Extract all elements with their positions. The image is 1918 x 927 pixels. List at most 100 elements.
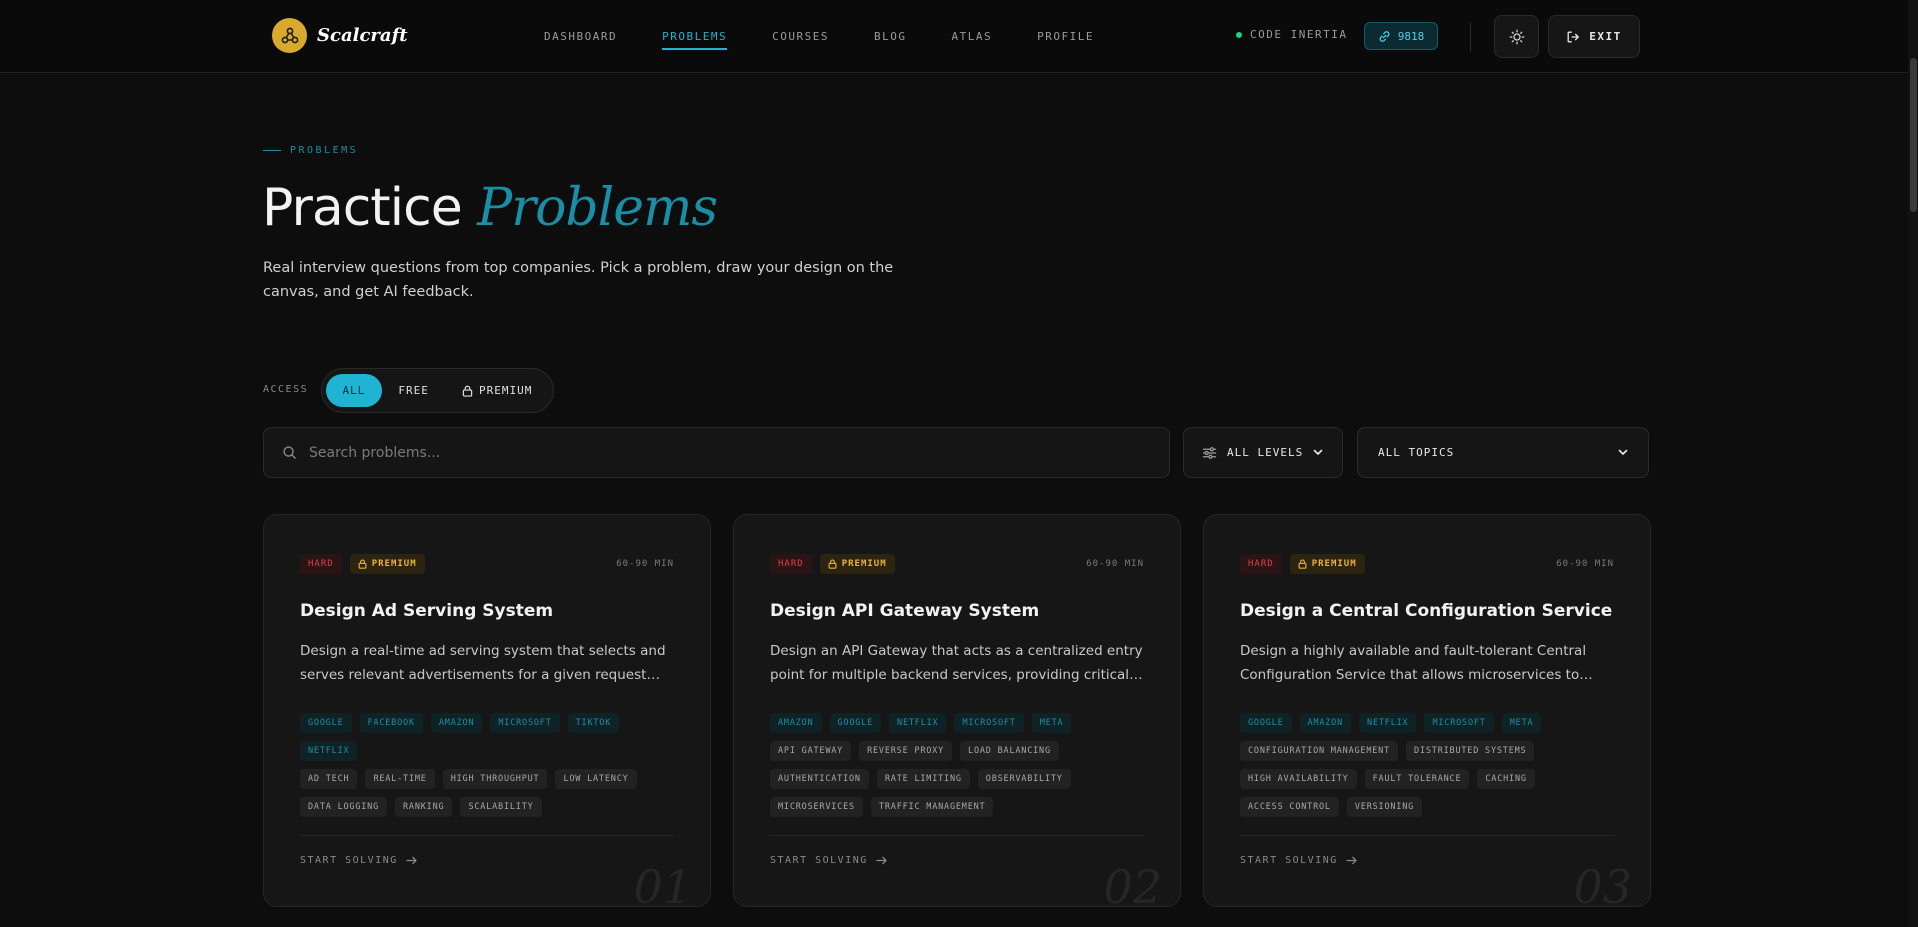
topic-tag: LOAD BALANCING [960, 741, 1059, 761]
exit-button[interactable]: EXIT [1548, 15, 1640, 58]
search-icon [283, 446, 296, 459]
premium-badge-label: PREMIUM [371, 559, 417, 569]
premium-badge: PREMIUM [819, 554, 895, 574]
access-filter: ALL FREE PREMIUM [321, 368, 554, 413]
company-tag: MICROSOFT [1424, 713, 1494, 733]
topics-filter-label: ALL TOPICS [1378, 446, 1455, 459]
eyebrow-line [263, 150, 281, 151]
topic-tag: MICROSERVICES [770, 797, 863, 817]
company-tag: FACEBOOK [359, 713, 423, 733]
topic-tag: DATA LOGGING [300, 797, 388, 817]
credits-value: 9818 [1397, 29, 1425, 43]
link-icon [1379, 30, 1390, 42]
topic-tag: FAULT TOLERANCE [1364, 769, 1470, 789]
access-premium-button[interactable]: PREMIUM [445, 374, 549, 407]
topic-tag: LOW LATENCY [555, 769, 637, 789]
company-tags: GOOGLE AMAZON NETFLIX MICROSOFT META [1240, 713, 1620, 733]
premium-badge: PREMIUM [1289, 554, 1365, 574]
start-solving-link[interactable]: START SOLVING [1240, 855, 1357, 866]
nav-courses[interactable]: COURSES [772, 0, 829, 73]
card-divider [300, 835, 674, 836]
problem-card[interactable]: HARD PREMIUM 60-90 MIN Design Ad Serving Sy… [263, 514, 711, 907]
card-title[interactable]: Design a Central Configuration Service [1240, 601, 1620, 621]
nav-blog[interactable]: BLOG [874, 0, 907, 73]
topic-tag: AUTHENTICATION [770, 769, 869, 789]
difficulty-badge: HARD [1240, 554, 1282, 574]
brand-name: Scalcraft [317, 25, 408, 46]
nav-links: DASHBOARD PROBLEMS COURSES BLOG ATLAS PR… [544, 0, 1139, 73]
credits-badge[interactable]: 9818 [1364, 22, 1438, 50]
title-accent: Problems [477, 178, 718, 238]
card-title[interactable]: Design API Gateway System [770, 601, 1150, 621]
status-text: CODE INERTIA [1250, 28, 1348, 41]
access-all-button[interactable]: ALL [326, 374, 382, 407]
topic-tags: AD TECH REAL-TIME HIGH THROUGHPUT LOW LATEN… [300, 769, 680, 817]
topic-tag: SCALABILITY [460, 797, 542, 817]
section-eyebrow: PROBLEMS [263, 145, 358, 156]
start-solving-link[interactable]: START SOLVING [300, 855, 417, 866]
topic-tag: RANKING [395, 797, 453, 817]
scrollbar-thumb[interactable] [1910, 58, 1917, 212]
topic-tag: TRAFFIC MANAGEMENT [870, 797, 994, 817]
top-nav: Scalcraft DASHBOARD PROBLEMS COURSES BLO… [0, 0, 1918, 73]
access-free-button[interactable]: FREE [382, 374, 446, 407]
card-header: HARD PREMIUM 60-90 MIN [770, 553, 1144, 575]
company-tag: AMAZON [1299, 713, 1352, 733]
duration: 60-90 MIN [616, 559, 674, 569]
duration: 60-90 MIN [1086, 559, 1144, 569]
sliders-icon [1202, 446, 1217, 459]
premium-badge-label: PREMIUM [841, 559, 887, 569]
nav-atlas[interactable]: ATLAS [951, 0, 992, 73]
problem-card[interactable]: HARD PREMIUM 60-90 MIN Design API Gateway S… [733, 514, 1181, 907]
topic-tag: HIGH AVAILABILITY [1240, 769, 1357, 789]
problem-card[interactable]: HARD PREMIUM 60-90 MIN Design a Central Con… [1203, 514, 1651, 907]
premium-badge: PREMIUM [349, 554, 425, 574]
exit-label: EXIT [1589, 30, 1622, 43]
brand-logo[interactable]: Scalcraft [272, 18, 408, 53]
lock-icon [828, 559, 837, 569]
topic-tag: VERSIONING [1346, 797, 1423, 817]
arrow-right-icon [406, 856, 417, 865]
card-title[interactable]: Design Ad Serving System [300, 601, 680, 621]
company-tag: NETFLIX [300, 741, 358, 761]
start-solving-link[interactable]: START SOLVING [770, 855, 887, 866]
topic-tag: CONFIGURATION MANAGEMENT [1240, 741, 1399, 761]
page-scrollbar[interactable] [1908, 0, 1918, 927]
card-number: 01 [633, 860, 692, 907]
topic-tag: DISTRIBUTED SYSTEMS [1406, 741, 1535, 761]
nav-divider [1470, 22, 1471, 52]
access-label: ACCESS [263, 384, 309, 395]
difficulty-badge: HARD [770, 554, 812, 574]
card-divider [770, 835, 1144, 836]
company-tag: GOOGLE [1240, 713, 1292, 733]
card-header: HARD PREMIUM 60-90 MIN [300, 553, 674, 575]
company-tag: TIKTOK [567, 713, 620, 733]
company-tag: META [1501, 713, 1542, 733]
topic-tag: OBSERVABILITY [977, 769, 1071, 789]
levels-filter-label: ALL LEVELS [1227, 446, 1304, 459]
eyebrow-text: PROBLEMS [290, 145, 359, 156]
title-main: Practice [262, 178, 478, 238]
premium-label: PREMIUM [479, 384, 533, 397]
card-header: HARD PREMIUM 60-90 MIN [1240, 553, 1614, 575]
nav-dashboard[interactable]: DASHBOARD [544, 0, 617, 73]
topics-filter-dropdown[interactable]: ALL TOPICS [1357, 427, 1649, 478]
start-solving-label: START SOLVING [1240, 855, 1338, 866]
company-tag: MICROSOFT [954, 713, 1024, 733]
theme-toggle-button[interactable] [1494, 15, 1539, 58]
search-input[interactable] [309, 444, 1109, 461]
logout-icon [1567, 31, 1580, 42]
lock-icon [462, 385, 473, 397]
page-subtitle: Real interview questions from top compan… [263, 260, 894, 300]
chevron-down-icon [1618, 449, 1628, 455]
levels-filter-dropdown[interactable]: ALL LEVELS [1183, 427, 1343, 478]
nav-problems[interactable]: PROBLEMS [662, 0, 728, 73]
chevron-down-icon [1313, 449, 1323, 455]
card-description: Design a highly available and fault-tole… [1240, 639, 1616, 687]
card-divider [1240, 835, 1614, 836]
company-tags: AMAZON GOOGLE NETFLIX MICROSOFT META [770, 713, 1150, 733]
search-bar [263, 427, 1170, 478]
nav-profile[interactable]: PROFILE [1037, 0, 1094, 73]
topic-tags: API GATEWAY REVERSE PROXY LOAD BALANCING AU… [770, 741, 1150, 817]
start-solving-label: START SOLVING [300, 855, 398, 866]
